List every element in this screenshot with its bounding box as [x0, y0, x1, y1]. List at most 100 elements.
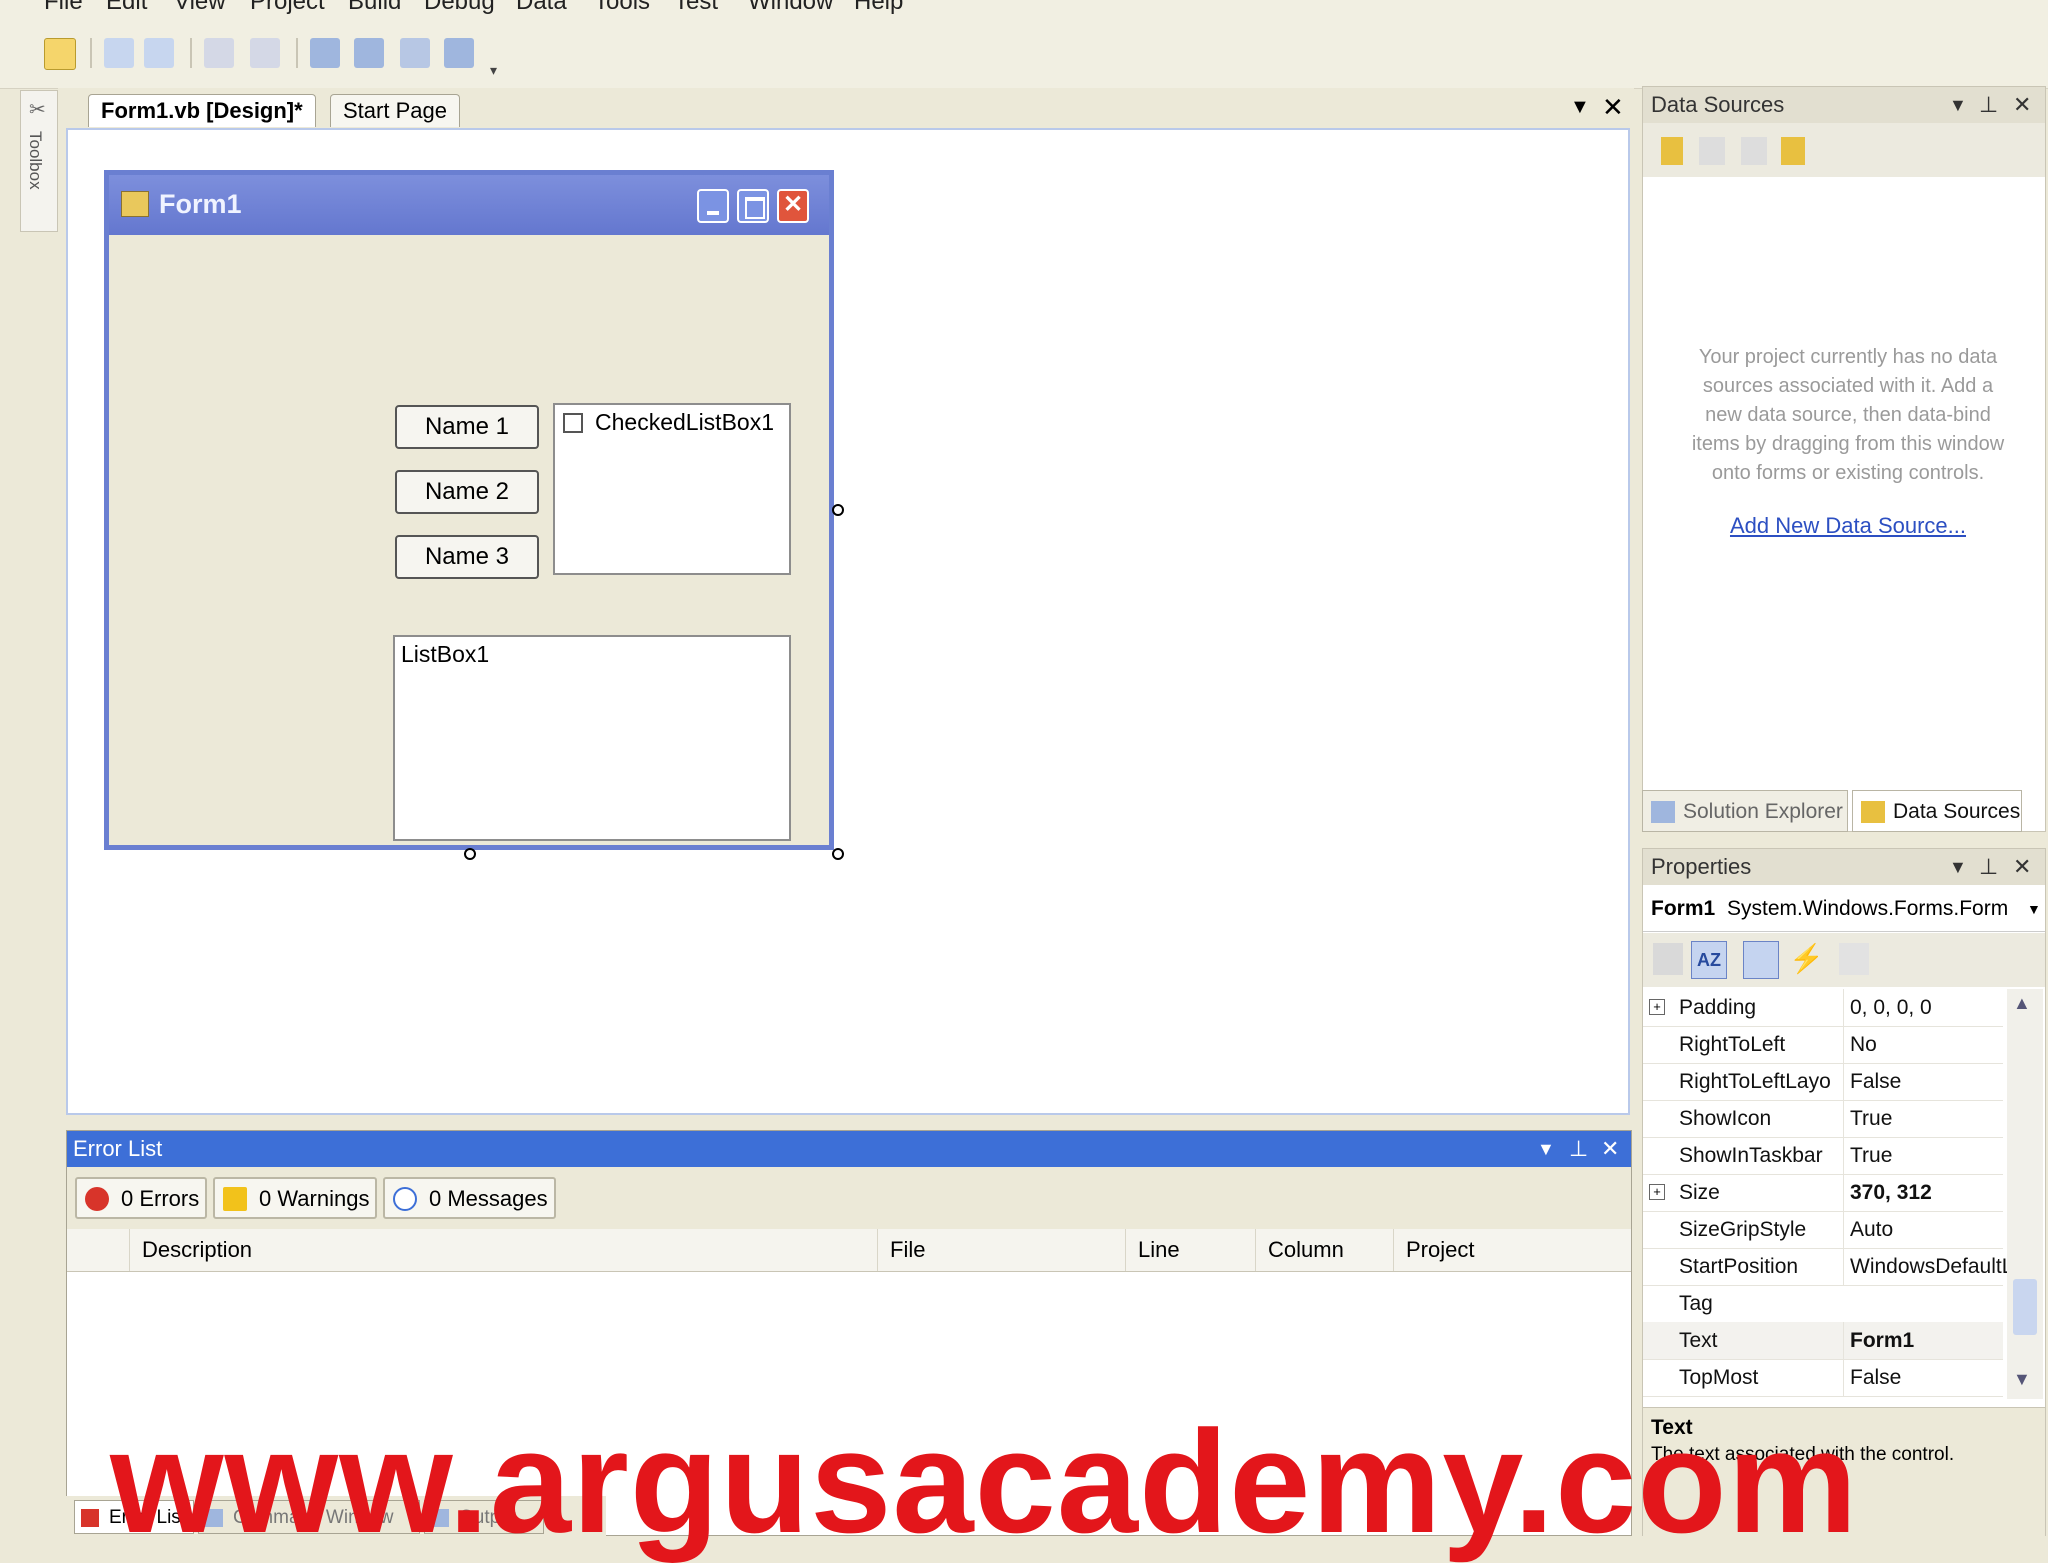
close-document-icon[interactable]: ✕	[1602, 92, 1624, 123]
tab-dropdown-icon[interactable]: ▼	[1570, 96, 1590, 119]
property-row-text[interactable]: Text Form1	[1643, 1322, 2003, 1360]
edit-dataset-icon[interactable]	[1699, 137, 1725, 165]
resize-handle-right[interactable]	[832, 504, 844, 516]
add-data-source-icon[interactable]	[1661, 137, 1683, 165]
form1-titlebar[interactable]: Form1 ✕	[109, 175, 829, 235]
redo-icon[interactable]	[144, 38, 174, 68]
column-line[interactable]: Line	[1125, 1229, 1258, 1271]
name2-button[interactable]: Name 2	[395, 470, 539, 514]
menu-data[interactable]: Data	[516, 0, 567, 16]
scroll-down-icon[interactable]: ▼	[2013, 1369, 2031, 1390]
menu-tools[interactable]: Tools	[594, 0, 650, 16]
menu-bar: File Edit View Project Build Debug Data …	[0, 0, 2048, 24]
window-icon[interactable]	[444, 38, 474, 68]
checkedlistbox1[interactable]: CheckedListBox1	[553, 403, 791, 575]
property-row-tag[interactable]: Tag	[1643, 1285, 2003, 1323]
document-tabs: Form1.vb [Design]* Start Page ▼ ✕	[58, 88, 1634, 128]
menu-edit[interactable]: Edit	[106, 0, 147, 16]
close-panel-icon[interactable]: ✕	[1601, 1131, 1619, 1167]
name1-button[interactable]: Name 1	[395, 405, 539, 449]
property-row-size[interactable]: + Size 370, 312	[1643, 1174, 2003, 1212]
property-row-startposition[interactable]: StartPosition WindowsDefaultL	[1643, 1248, 2010, 1286]
column-column[interactable]: Column	[1255, 1229, 1404, 1271]
column-project[interactable]: Project	[1393, 1229, 1636, 1271]
scrollbar-thumb[interactable]	[2013, 1279, 2037, 1335]
tab-solution-explorer[interactable]: Solution Explorer	[1642, 790, 1848, 832]
property-row-showicon[interactable]: ShowIcon True	[1643, 1100, 2003, 1138]
chevron-down-icon[interactable]: ▼	[2023, 887, 2041, 931]
menu-debug[interactable]: Debug	[424, 0, 495, 16]
pin-icon[interactable]: ⊥	[1979, 849, 1998, 885]
data-sources-tab-icon	[1861, 801, 1885, 823]
close-panel-icon[interactable]: ✕	[2013, 87, 2031, 123]
column-icon[interactable]	[67, 1229, 129, 1271]
panel-dropdown-icon[interactable]: ▼	[1949, 87, 1967, 123]
align-icon[interactable]	[204, 38, 234, 68]
tab-data-sources[interactable]: Data Sources	[1852, 790, 2022, 832]
panel-dropdown-icon[interactable]: ▼	[1949, 849, 1967, 885]
property-grid: + Padding 0, 0, 0, 0 RightToLeft No RightTo…	[1643, 989, 2045, 1407]
properties-title: Properties	[1651, 854, 1752, 879]
menu-view[interactable]: View	[174, 0, 226, 16]
solution-explorer-icon	[1651, 801, 1675, 823]
tab-start-page[interactable]: Start Page	[330, 94, 460, 127]
refresh-icon[interactable]	[1781, 137, 1805, 165]
expand-icon[interactable]: +	[1649, 999, 1665, 1015]
table-icon[interactable]	[400, 38, 430, 68]
warnings-filter-button[interactable]: 0 Warnings	[213, 1177, 378, 1219]
add-new-data-source-link[interactable]: Add New Data Source...	[1673, 513, 2023, 539]
menu-window[interactable]: Window	[748, 0, 833, 16]
pin-icon[interactable]: ⊥	[1569, 1131, 1588, 1167]
new-project-icon[interactable]	[44, 38, 76, 70]
messages-filter-button[interactable]: 0 Messages	[383, 1177, 556, 1219]
menu-help[interactable]: Help	[854, 0, 903, 16]
alphabetical-icon[interactable]: AZ	[1691, 941, 1727, 979]
panel-dropdown-icon[interactable]: ▼	[1537, 1131, 1555, 1167]
undo-icon[interactable]	[104, 38, 134, 68]
add-item-icon[interactable]	[354, 38, 384, 68]
expand-icon[interactable]: +	[1649, 1184, 1665, 1200]
property-row-topmost[interactable]: TopMost False	[1643, 1359, 2003, 1397]
menu-build[interactable]: Build	[348, 0, 401, 16]
scroll-up-icon[interactable]: ▲	[2013, 993, 2031, 1014]
data-sources-panel: Data Sources ▼ ⊥ ✕ Your project currentl…	[1642, 86, 2046, 832]
add-form-icon[interactable]	[310, 38, 340, 68]
object-selector[interactable]: Form1 System.Windows.Forms.Form ▼	[1643, 887, 2045, 932]
categorized-icon[interactable]	[1653, 943, 1683, 975]
maximize-icon[interactable]	[737, 189, 769, 223]
errors-filter-button[interactable]: 0 Errors	[75, 1177, 208, 1219]
property-row-sizegripstyle[interactable]: SizeGripStyle Auto	[1643, 1211, 2003, 1249]
toolbox-strip[interactable]: ✂ Toolbox	[20, 90, 58, 232]
menu-file[interactable]: File	[44, 0, 83, 16]
checkbox-icon[interactable]	[563, 413, 583, 433]
error-list-tab-icon	[81, 1509, 99, 1527]
property-row-padding[interactable]: + Padding 0, 0, 0, 0	[1643, 989, 2003, 1027]
property-row-showintaskbar[interactable]: ShowInTaskbar True	[1643, 1137, 2003, 1175]
events-icon[interactable]: ⚡	[1789, 943, 1824, 975]
properties-view-icon[interactable]	[1743, 941, 1779, 979]
tab-form1-design[interactable]: Form1.vb [Design]*	[88, 94, 316, 127]
data-sources-header: Data Sources ▼ ⊥ ✕	[1643, 87, 2045, 123]
close-icon[interactable]: ✕	[777, 189, 809, 223]
format-icon[interactable]	[250, 38, 280, 68]
property-row-righttoleft[interactable]: RightToLeft No	[1643, 1026, 2003, 1064]
data-sources-empty-text: Your project currently has no data sourc…	[1691, 346, 2005, 484]
column-file[interactable]: File	[877, 1229, 1120, 1271]
property-row-righttoleftlayout[interactable]: RightToLeftLayo False	[1643, 1063, 2003, 1101]
toolbar-overflow-icon[interactable]: ▾	[490, 62, 497, 79]
minimize-icon[interactable]	[697, 189, 729, 223]
listbox1[interactable]: ListBox1	[393, 635, 791, 841]
menu-project[interactable]: Project	[250, 0, 325, 16]
property-pages-icon[interactable]	[1839, 943, 1869, 975]
name3-button[interactable]: Name 3	[395, 535, 539, 579]
resize-handle-bottom[interactable]	[464, 848, 476, 860]
properties-scrollbar[interactable]: ▲ ▼	[2007, 989, 2043, 1399]
watermark: www.argusacademy.com	[110, 1400, 1859, 1563]
close-panel-icon[interactable]: ✕	[2013, 849, 2031, 885]
column-description[interactable]: Description	[129, 1229, 882, 1271]
resize-handle-corner[interactable]	[832, 848, 844, 860]
form1-window[interactable]: Form1 ✕ Name 1 Name 2 Name 3 CheckedList…	[104, 170, 834, 850]
configure-icon[interactable]	[1741, 137, 1767, 165]
menu-test[interactable]: Test	[674, 0, 718, 16]
pin-icon[interactable]: ⊥	[1979, 87, 1998, 123]
